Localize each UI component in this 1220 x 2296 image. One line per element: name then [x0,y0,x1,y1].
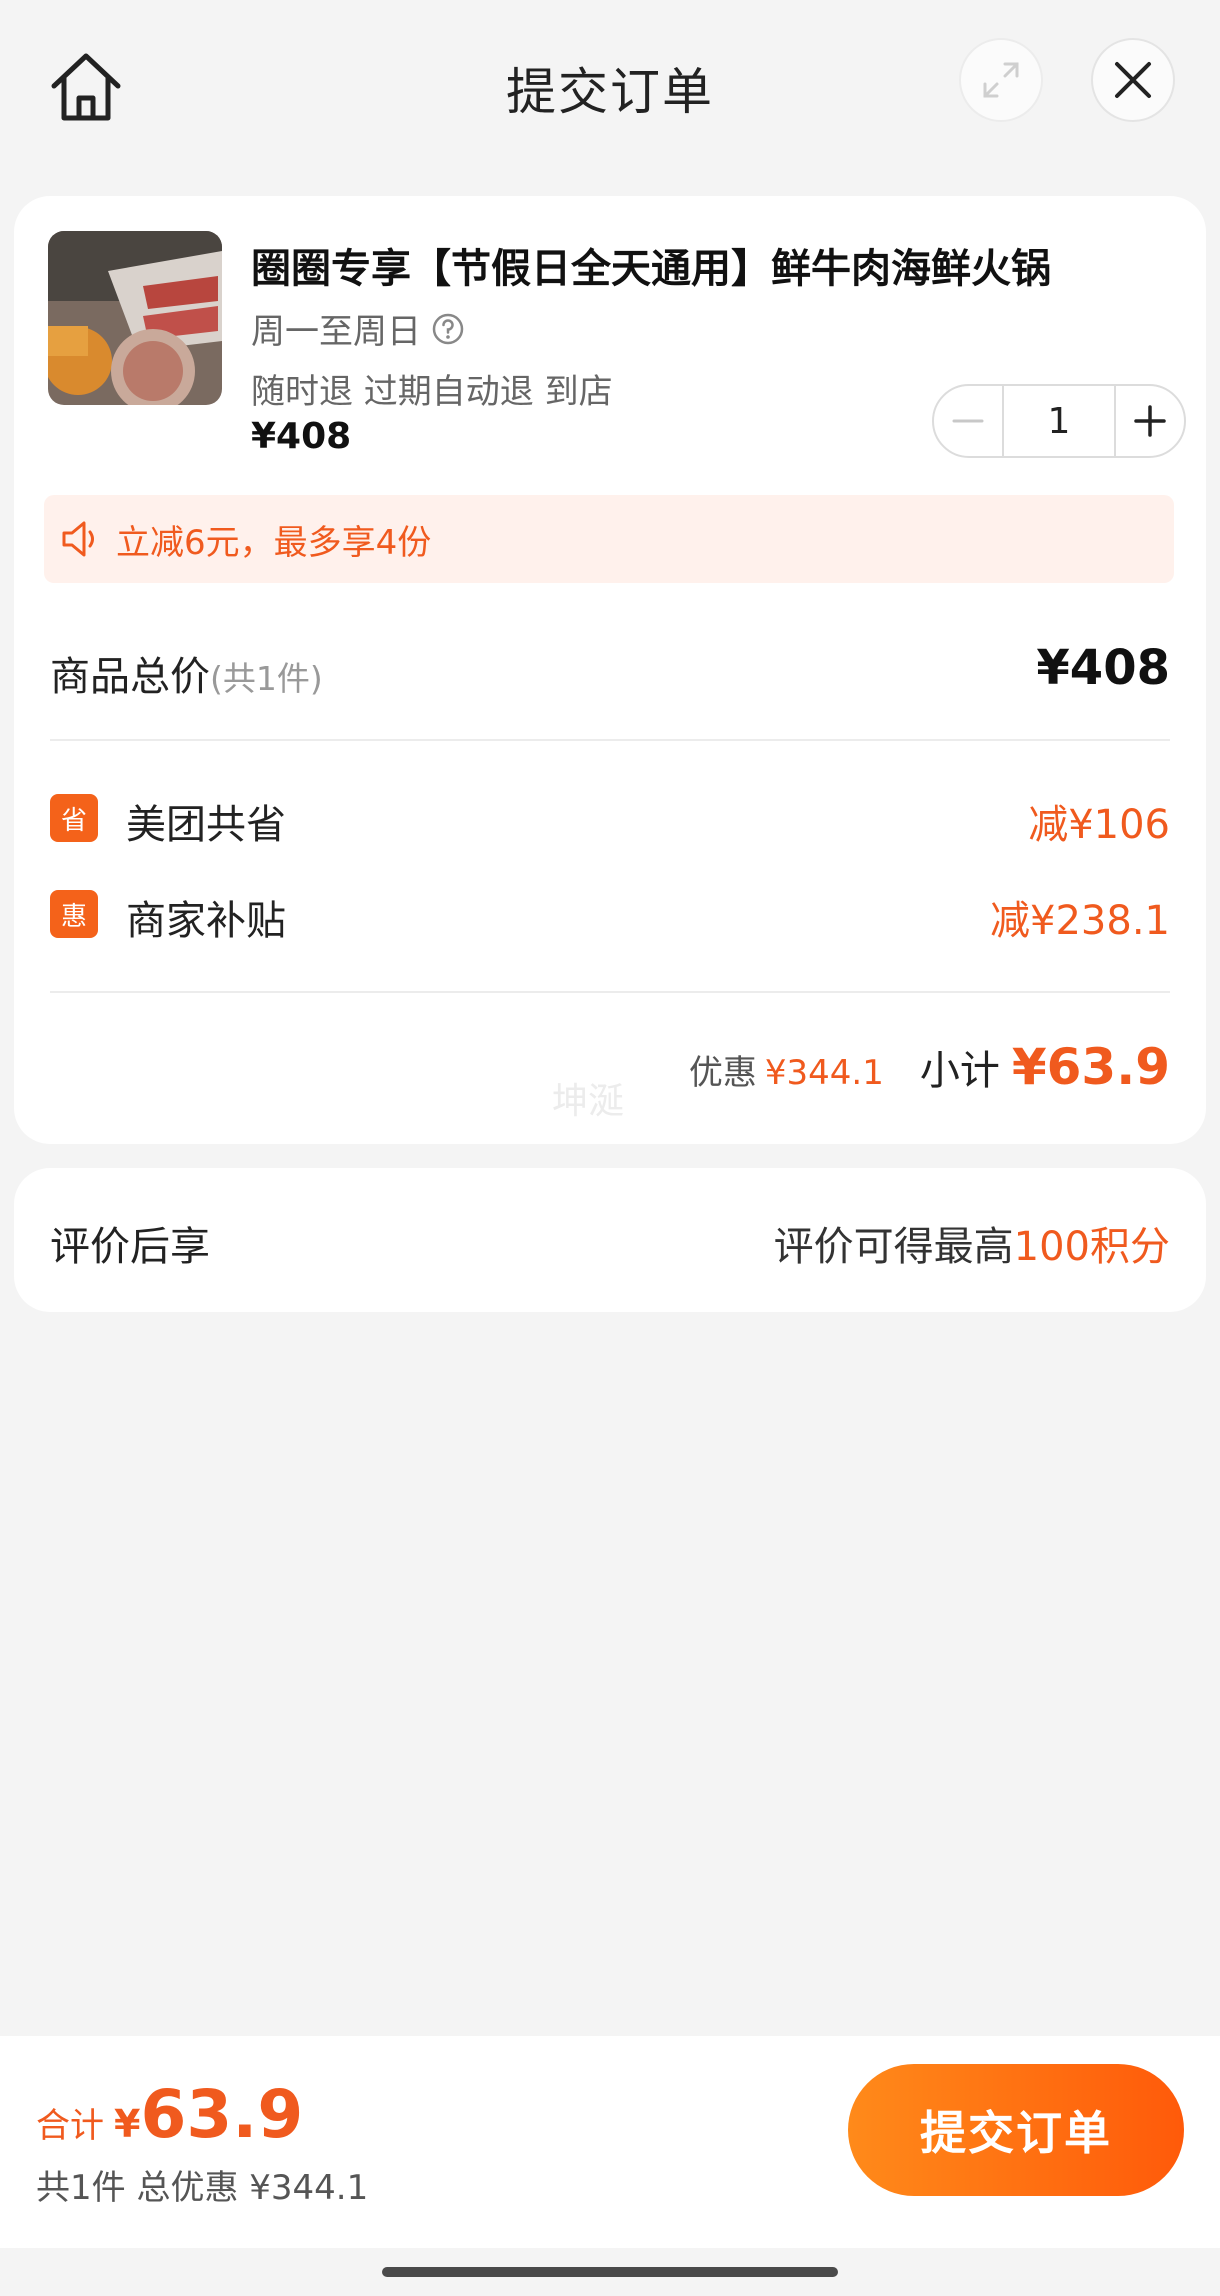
save-badge: 省 [50,794,98,842]
expand-icon [983,62,1019,98]
promo-text: 立减6元，最多享4份 [116,522,432,563]
subtotal-row: 优惠 ¥344.1 小计 ¥63.9 [689,1038,1170,1108]
discount-label: 美团共省 [126,802,286,848]
total-label: 商品总价 [50,654,210,700]
discount-label: 商家补贴 [126,898,286,944]
quantity-value[interactable]: 1 [1004,386,1114,456]
home-indicator[interactable] [382,2267,838,2277]
watermark: 坤涎 [552,1081,625,1122]
sum-value: 63.9 [140,2076,304,2153]
review-reward: 评价可得最高100积分 [774,1214,1170,1272]
divider [50,739,1170,741]
product-days-row: 周一至周日 [251,304,465,353]
minus-icon [952,419,984,423]
plus-icon [1134,405,1166,437]
help-icon[interactable] [431,312,465,346]
discount-row: 惠 商家补贴 减¥238.1 [50,886,1170,946]
review-label: 评价后享 [50,1224,210,1270]
discount-value: 减¥238.1 [990,898,1170,944]
subtotal-label: 小计 [919,1048,1000,1094]
save-label: 优惠 [688,1053,757,1093]
submit-order-button[interactable]: 提交订单 [848,2064,1184,2196]
total-count: (共1件) [210,659,323,698]
close-icon [1115,62,1151,98]
review-card[interactable]: 评价后享 评价可得最高100积分 [14,1168,1206,1312]
sum-subtext: 共1件 总优惠 ¥344.1 [36,2168,369,2208]
increase-button[interactable] [1114,386,1184,456]
review-points: 100积分 [1013,1224,1170,1270]
quantity-stepper: 1 [932,384,1186,458]
product-image[interactable] [48,231,222,405]
benefit-badge: 惠 [50,890,98,938]
close-button[interactable] [1091,38,1175,122]
promo-bar: 立减6元，最多享4份 [44,495,1174,583]
total-row: 商品总价(共1件) ¥408 [50,640,1170,704]
discount-value: 减¥106 [1028,802,1170,848]
bottom-bar: 合计 ¥ 63.9 共1件 总优惠 ¥344.1 提交订单 [0,2036,1220,2248]
sum-line: 合计 ¥ 63.9 [36,2076,303,2153]
divider [50,991,1170,993]
product-price: ¥408 [251,416,352,457]
header: 提交订单 [0,0,1220,170]
product-tags: 随时退 过期自动退 到店 [251,372,613,412]
sum-currency: ¥ [114,2102,141,2146]
decrease-button[interactable] [934,386,1004,456]
order-card: 圈圈专享【节假日全天通用】鲜牛肉海鲜火锅 周一至周日 随时退 过期自动退 到店 … [14,196,1206,1144]
speaker-icon [62,521,94,557]
review-text: 评价可得最高 [773,1224,1014,1270]
product-days: 周一至周日 [251,312,421,352]
sum-label: 合计 [36,2106,104,2146]
save-value: ¥344.1 [764,1053,884,1093]
product-title[interactable]: 圈圈专享【节假日全天通用】鲜牛肉海鲜火锅 [251,236,1051,294]
total-value: ¥408 [1036,640,1170,696]
discount-row: 省 美团共省 减¥106 [50,790,1170,850]
expand-button[interactable] [959,38,1043,122]
total-label-wrap: 商品总价(共1件) [50,644,323,702]
subtotal-value: ¥63.9 [1011,1038,1170,1096]
